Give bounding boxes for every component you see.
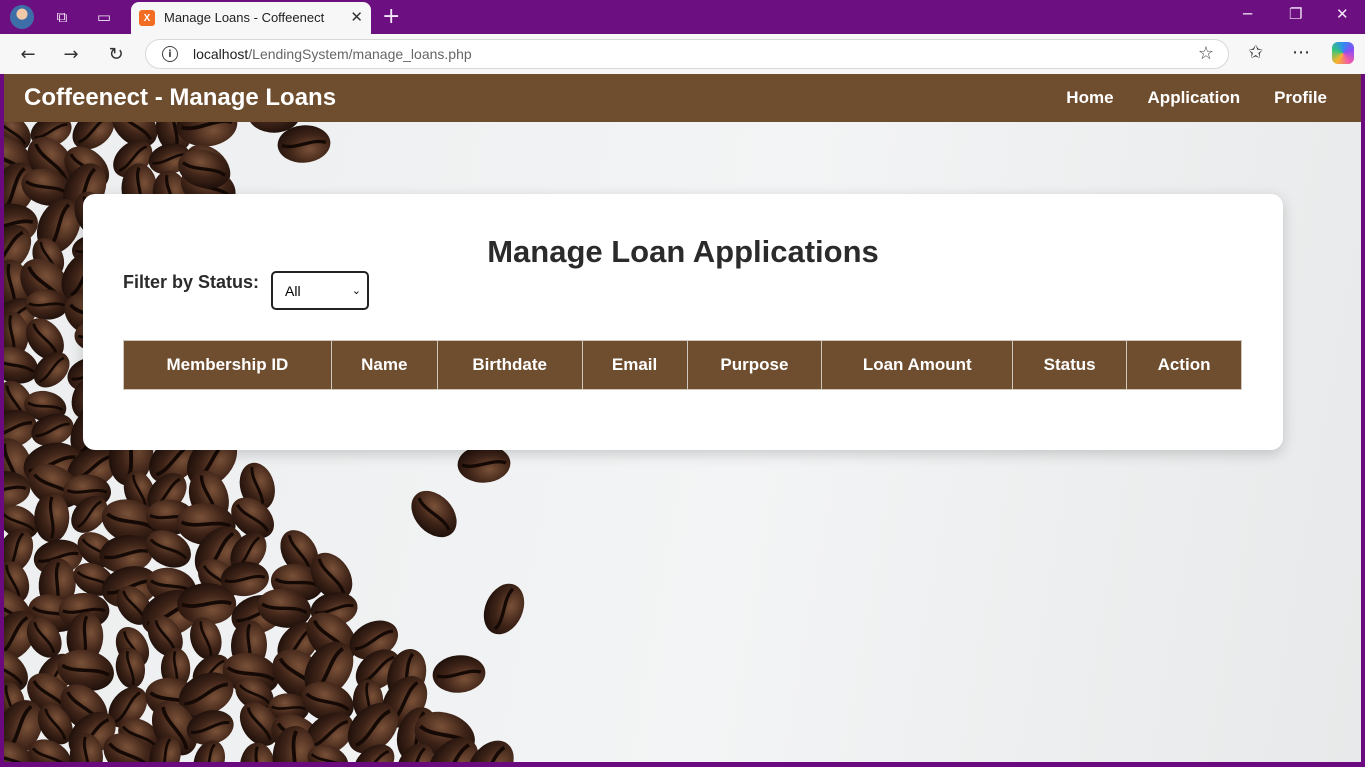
workspaces-icon[interactable]: ⧉ [51,6,73,28]
site-info-icon[interactable]: i [162,46,178,62]
status-filter-value: All [285,282,301,299]
profile-avatar[interactable] [10,5,34,29]
nav-link-profile[interactable]: Profile [1274,88,1327,108]
chevron-down-icon: ⌄ [351,284,361,297]
browser-tab-bar: ⧉ ▭ X Manage Loans - Coffeenect ✕ + ─ ❐ … [0,0,1365,34]
favorite-star-icon[interactable]: ☆ [1198,43,1214,64]
favorites-icon[interactable]: ✩ [1248,42,1263,63]
close-tab-icon[interactable]: ✕ [350,8,363,26]
column-header-status: Status [1012,340,1128,390]
column-header-name: Name [330,340,438,390]
url-text[interactable]: localhost/LendingSystem/manage_loans.php [193,46,472,62]
url-host: localhost [193,46,249,62]
column-header-purpose: Purpose [686,340,823,390]
page-title: Manage Loan Applications [487,234,879,269]
column-header-membership-id: Membership ID [123,340,332,390]
refresh-icon[interactable]: ↻ [105,43,127,65]
site-brand[interactable]: Coffeenect - Manage Loans [24,84,336,112]
site-navbar: Coffeenect - Manage Loans Home Applicati… [4,74,1361,122]
address-bar[interactable]: i localhost/LendingSystem/manage_loans.p… [145,39,1229,69]
tab-title: Manage Loans - Coffeenect [164,10,325,25]
nav-link-home[interactable]: Home [1066,88,1113,108]
column-header-email: Email [581,340,688,390]
filter-label: Filter by Status: [123,272,260,292]
copilot-icon[interactable] [1332,42,1354,64]
column-header-action: Action [1126,340,1242,390]
minimize-icon[interactable]: ─ [1243,5,1252,23]
more-options-icon[interactable]: ⋯ [1292,42,1310,63]
tab-actions-icon[interactable]: ▭ [93,6,115,28]
nav-link-application[interactable]: Application [1148,88,1241,108]
table-header-row: Membership ID Name Birthdate Email Purpo… [123,340,1242,390]
page-viewport: Coffeenect - Manage Loans Home Applicati… [4,74,1361,762]
loans-card: Manage Loan Applications Filter by Statu… [83,194,1283,450]
url-path: /LendingSystem/manage_loans.php [248,46,472,62]
restore-icon[interactable]: ❐ [1289,5,1302,23]
status-filter-select[interactable]: All ⌄ [271,271,369,310]
new-tab-icon[interactable]: + [382,4,400,29]
browser-toolbar: ← → ↻ i localhost/LendingSystem/manage_l… [0,34,1365,74]
xampp-favicon-icon: X [139,10,155,26]
column-header-loan-amount: Loan Amount [821,340,1014,390]
column-header-birthdate: Birthdate [436,340,583,390]
loans-table: Membership ID Name Birthdate Email Purpo… [123,340,1242,390]
back-icon[interactable]: ← [17,43,39,65]
close-window-icon[interactable]: ✕ [1336,5,1349,23]
nav-links: Home Application Profile [1066,88,1327,108]
forward-icon[interactable]: → [60,43,82,65]
active-tab[interactable]: X Manage Loans - Coffeenect ✕ [131,2,371,34]
